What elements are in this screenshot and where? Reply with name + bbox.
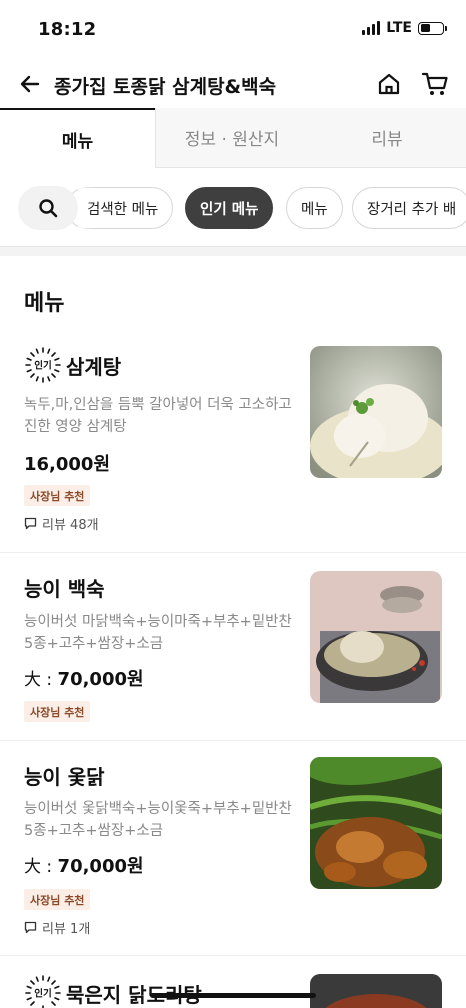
popular-badge-icon: 인기 [25, 975, 61, 1008]
battery-icon [418, 21, 447, 35]
home-indicator [150, 993, 316, 998]
item-photo [310, 974, 442, 1008]
status-bar: 18:12 LTE [0, 0, 466, 58]
menu-item[interactable]: 능이 백숙 능이버섯 마닭백숙+능이마죽+부추+밑반찬5종+고추+쌈장+소금 大… [0, 553, 466, 741]
app-header: 종가집 토종닭 삼계탕&백숙 [0, 58, 466, 110]
tab-info[interactable]: 정보 · 원산지 [155, 108, 308, 168]
review-count: 리뷰 1개 [24, 918, 90, 937]
item-description: 능이버섯 옻닭백숙+능이옻죽+부추+밑반찬5종+고추+쌈장+소금 [24, 801, 292, 839]
popular-badge-icon: 인기 [25, 347, 61, 383]
item-description: 능이버섯 마닭백숙+능이마죽+부추+밑반찬5종+고추+쌈장+소금 [24, 614, 292, 652]
status-time: 18:12 [38, 19, 97, 40]
menu-item[interactable]: 인기 묵은지 닭도리탕 [0, 956, 466, 1008]
item-price: 16,000원 [24, 454, 111, 475]
price-value: 70,000원 [57, 856, 144, 877]
comment-icon [24, 517, 37, 530]
search-icon [39, 199, 58, 218]
review-count: 리뷰 48개 [24, 514, 99, 533]
price-size-prefix: 大 : [24, 857, 58, 877]
back-arrow-icon[interactable] [18, 72, 42, 96]
menu-category-chips: 검색한 메뉴 인기 메뉴 메뉴 장거리 추가 배 [0, 186, 466, 230]
chip-menu[interactable]: 메뉴 [286, 187, 343, 229]
review-count-label: 리뷰 1개 [42, 922, 91, 937]
menu-search-button[interactable] [18, 186, 78, 230]
section-title: 메뉴 [24, 291, 65, 316]
item-price: 大 : 70,000원 [24, 852, 144, 878]
price-value: 70,000원 [57, 669, 144, 690]
menu-item[interactable]: 인기 삼계탕 녹두,마,인삼을 듬뿍 갈아넣어 더욱 고소하고 진한 영양 삼계… [0, 330, 466, 553]
network-label: LTE [386, 20, 412, 36]
tab-menu[interactable]: 메뉴 [0, 108, 155, 168]
item-photo [310, 757, 442, 889]
section-divider [0, 246, 466, 256]
review-count-label: 리뷰 48개 [42, 518, 99, 533]
popular-badge-label: 인기 [34, 988, 51, 1000]
owner-recommend-tag: 사장님 추천 [24, 889, 91, 910]
item-name: 능이 백숙 [24, 577, 105, 601]
store-title: 종가집 토종닭 삼계탕&백숙 [54, 76, 277, 98]
item-price: 大 : 70,000원 [24, 665, 144, 691]
chip-popular-menu[interactable]: 인기 메뉴 [185, 187, 274, 229]
item-name: 능이 옻닭 [24, 765, 105, 789]
tab-review[interactable]: 리뷰 [308, 108, 466, 168]
signal-icon [362, 21, 381, 35]
item-name: 삼계탕 [66, 354, 122, 379]
item-photo [310, 571, 442, 703]
owner-recommend-tag: 사장님 추천 [24, 701, 91, 722]
popular-badge-label: 인기 [34, 360, 51, 372]
chip-long-distance[interactable]: 장거리 추가 배 [352, 187, 466, 229]
menu-item[interactable]: 능이 옻닭 능이버섯 옻닭백숙+능이옻죽+부추+밑반찬5종+고추+쌈장+소금 大… [0, 741, 466, 956]
item-description: 녹두,마,인삼을 듬뿍 갈아넣어 더욱 고소하고 진한 영양 삼계탕 [24, 397, 292, 435]
owner-recommend-tag: 사장님 추천 [24, 485, 91, 506]
store-tabs: 메뉴 정보 · 원산지 리뷰 [0, 108, 466, 168]
cart-icon[interactable] [421, 71, 449, 97]
home-icon[interactable] [376, 71, 402, 97]
status-indicators: LTE [362, 20, 447, 36]
comment-icon [24, 921, 37, 934]
item-photo [310, 346, 442, 478]
price-size-prefix: 大 : [24, 670, 58, 690]
